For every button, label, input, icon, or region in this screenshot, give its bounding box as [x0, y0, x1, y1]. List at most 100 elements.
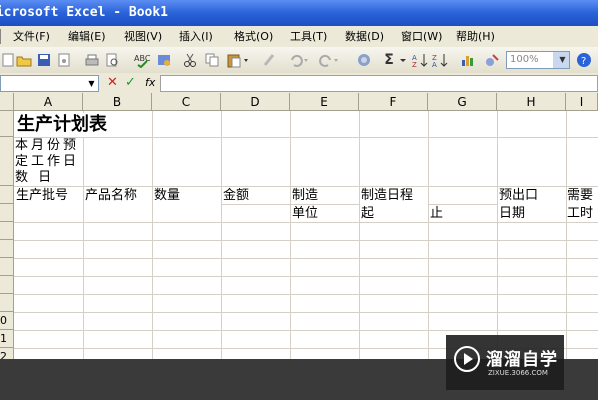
row-header[interactable]	[0, 222, 14, 240]
paste-icon[interactable]	[226, 52, 248, 68]
schedule-start-header[interactable]: 起	[361, 205, 375, 222]
product-name-header[interactable]: 产品名称	[85, 187, 138, 204]
play-logo-icon	[453, 345, 481, 373]
menu-bar: 文件(F) 编辑(E) 视图(V) 插入(I) 格式(O) 工具(T) 数据(D…	[0, 26, 598, 47]
svg-text:?: ?	[581, 56, 586, 67]
undo-icon[interactable]	[288, 52, 308, 68]
name-box[interactable]: ▼	[0, 75, 99, 92]
autosum-icon[interactable]: Σ	[382, 52, 396, 68]
sort-descending-icon[interactable]: ZA	[432, 52, 448, 69]
zoom-box[interactable]: 100% ▼	[506, 51, 570, 69]
row-header[interactable]: 2	[0, 348, 14, 359]
svg-text:ABC: ABC	[134, 54, 151, 63]
schedule-end-header[interactable]: 止	[430, 205, 444, 222]
watermark: 溜溜自学 ZIXUE.3066.COM	[446, 335, 564, 390]
worksheet-grid: A B C D E F G H I 0 1 2 生产计划表 本月份预定工作日数 …	[0, 93, 598, 359]
menu-view[interactable]: 视图(V)	[124, 26, 162, 47]
column-header-g[interactable]: G	[428, 93, 497, 111]
menu-data[interactable]: 数据(D)	[345, 26, 384, 47]
print-icon[interactable]	[84, 52, 100, 68]
select-all-corner[interactable]	[0, 93, 14, 111]
row-header[interactable]	[0, 240, 14, 258]
cut-icon[interactable]	[182, 52, 198, 68]
enter-icon[interactable]: ✓	[125, 75, 136, 91]
column-header-f[interactable]: F	[359, 93, 428, 111]
row-header[interactable]	[0, 111, 14, 137]
man-hours-header[interactable]: 工时	[567, 205, 594, 222]
menu-help[interactable]: 帮助(H)	[456, 26, 495, 47]
row-header[interactable]: 1	[0, 330, 14, 348]
copy-icon[interactable]	[204, 52, 220, 68]
column-header-i[interactable]: I	[566, 93, 598, 111]
save-icon[interactable]	[36, 52, 52, 68]
quantity-header[interactable]: 数量	[154, 187, 181, 204]
formula-bar: ▼ ✕ ✓ fx	[0, 73, 598, 94]
watermark-brand: 溜溜自学	[486, 350, 558, 370]
menu-window[interactable]: 窗口(W)	[401, 26, 442, 47]
svg-text:Z: Z	[412, 61, 417, 68]
menu-insert[interactable]: 插入(I)	[179, 26, 213, 47]
drawing-icon[interactable]	[484, 52, 500, 68]
redo-icon[interactable]	[318, 52, 338, 68]
column-header-a[interactable]: A	[14, 93, 83, 111]
column-header-h[interactable]: H	[497, 93, 566, 111]
insert-function-icon[interactable]: fx	[145, 75, 155, 91]
menu-file[interactable]: 文件(F)	[13, 26, 50, 47]
sort-ascending-icon[interactable]: AZ	[412, 52, 428, 69]
amount-header[interactable]: 金额	[223, 187, 250, 204]
cancel-icon[interactable]: ✕	[107, 75, 118, 91]
research-icon[interactable]	[156, 52, 172, 68]
chevron-down-icon[interactable]: ▼	[553, 52, 569, 68]
chart-wizard-icon[interactable]	[460, 52, 476, 68]
row-header[interactable]	[0, 186, 14, 204]
expected-out-header[interactable]: 预出口	[499, 187, 539, 204]
batch-number-header[interactable]: 生产批号	[16, 187, 69, 204]
manufacture-unit-header[interactable]: 单位	[292, 205, 319, 222]
schedule-header[interactable]: 制造日程	[361, 187, 414, 204]
expected-out-date-header[interactable]: 日期	[499, 205, 526, 222]
print-preview-icon[interactable]	[104, 52, 120, 68]
row-header[interactable]	[0, 258, 14, 276]
gridline	[14, 137, 598, 138]
planned-working-days-cell[interactable]: 本月份预定工作日数 日	[15, 138, 81, 186]
standard-toolbar: ABC Σ AZ ZA 100% ▼ ?	[0, 47, 598, 74]
column-header-b[interactable]: B	[83, 93, 152, 111]
autosum-dropdown-icon[interactable]	[398, 52, 408, 68]
gridline	[83, 111, 84, 359]
permission-icon[interactable]	[56, 52, 72, 68]
formula-input[interactable]	[160, 75, 598, 92]
gridline	[221, 111, 222, 359]
open-icon[interactable]	[16, 52, 32, 68]
sheet-title[interactable]: 生产计划表	[17, 113, 107, 137]
row-header[interactable]	[0, 276, 14, 294]
gridline	[14, 240, 598, 241]
spelling-icon[interactable]: ABC	[134, 52, 151, 69]
chevron-down-icon[interactable]: ▼	[85, 76, 98, 91]
row-header[interactable]: 0	[0, 312, 14, 330]
manufacture-header[interactable]: 制造	[292, 187, 319, 204]
format-painter-icon[interactable]	[262, 52, 278, 68]
gridline	[14, 276, 598, 277]
svg-text:A: A	[432, 61, 437, 68]
gridline	[290, 111, 291, 359]
row-header[interactable]	[0, 137, 14, 186]
column-header-e[interactable]: E	[290, 93, 359, 111]
row-header[interactable]	[0, 204, 14, 222]
gridline	[14, 258, 598, 259]
required-header[interactable]: 需要	[567, 187, 594, 204]
column-header-c[interactable]: C	[152, 93, 221, 111]
column-header-d[interactable]: D	[221, 93, 290, 111]
new-icon[interactable]	[0, 52, 16, 68]
gridline	[14, 294, 598, 295]
menu-grip[interactable]	[0, 29, 5, 44]
menu-tools[interactable]: 工具(T)	[290, 26, 327, 47]
menu-format[interactable]: 格式(O)	[234, 26, 273, 47]
window-title: Microsoft Excel - Book1	[0, 5, 169, 20]
insert-hyperlink-icon[interactable]	[356, 52, 372, 68]
gridline	[14, 222, 598, 223]
row-header[interactable]	[0, 294, 14, 312]
menu-edit[interactable]: 编辑(E)	[68, 26, 106, 47]
gridline	[566, 111, 567, 359]
help-icon[interactable]: ?	[576, 52, 592, 68]
title-bar: Microsoft Excel - Book1	[0, 0, 598, 26]
